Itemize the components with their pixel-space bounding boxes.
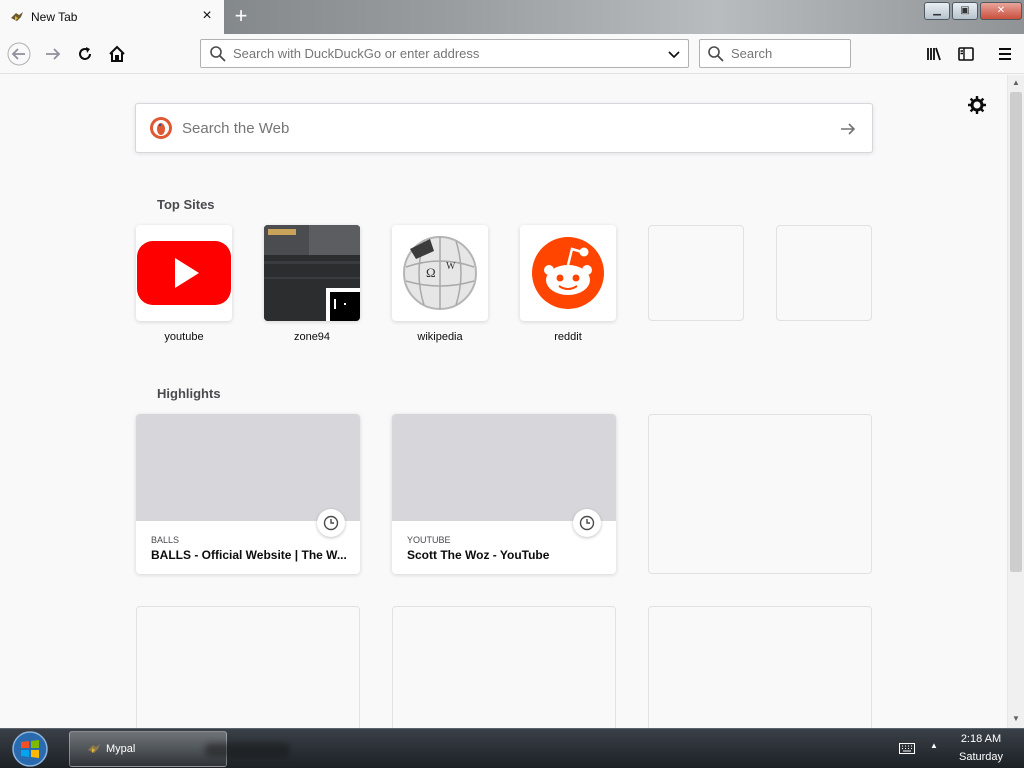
- highlight-card[interactable]: YOUTUBE Scott The Woz - YouTube: [392, 414, 616, 574]
- scroll-up-icon[interactable]: ▲: [1008, 75, 1024, 91]
- scrollbar-thumb[interactable]: [1010, 92, 1022, 572]
- search-icon: [210, 45, 226, 62]
- highlight-source: YOUTUBE: [407, 535, 451, 545]
- scroll-down-icon[interactable]: ▼: [1008, 711, 1024, 727]
- zone94-thumbnail: [264, 225, 360, 321]
- show-hidden-icons-icon[interactable]: ▲: [929, 741, 939, 751]
- svg-text:Ω: Ω: [426, 265, 436, 280]
- new-tab-page: Top Sites youtube zone94 Ω: [0, 75, 1007, 766]
- chevron-down-icon[interactable]: [666, 46, 682, 62]
- tab-title: New Tab: [31, 10, 78, 24]
- reddit-icon: [532, 237, 604, 309]
- forward-arrow-icon: [46, 48, 61, 60]
- restore-button[interactable]: ▣: [952, 2, 978, 20]
- highlight-thumbnail: [392, 414, 616, 521]
- highlight-title: Scott The Woz - YouTube: [407, 548, 550, 562]
- top-site-youtube[interactable]: [136, 225, 232, 321]
- home-icon: [109, 45, 125, 62]
- library-icon: [927, 47, 941, 61]
- highlight-empty-slot: [648, 414, 872, 574]
- svg-text:W: W: [446, 261, 456, 272]
- top-site-label: zone94: [293, 331, 331, 343]
- menu-button[interactable]: [993, 42, 1017, 66]
- home-button[interactable]: [105, 42, 129, 66]
- clock-day[interactable]: Saturday: [944, 751, 1018, 763]
- taskbar: Mypal ▲ 2:18 AM Saturday: [0, 728, 1024, 768]
- tab-new-tab[interactable]: New Tab ×: [0, 0, 224, 34]
- redacted-blur: [205, 743, 290, 757]
- clock-icon: [573, 509, 601, 537]
- library-button[interactable]: [922, 42, 946, 66]
- top-site-wikipedia[interactable]: Ω W: [392, 225, 488, 321]
- forward-button[interactable]: [41, 42, 65, 66]
- top-site-empty-slot[interactable]: [648, 225, 744, 321]
- tab-close-icon[interactable]: ×: [200, 8, 214, 24]
- search-bar[interactable]: [699, 39, 851, 68]
- sidebar-icon: [958, 47, 974, 61]
- back-button[interactable]: [7, 42, 31, 66]
- vertical-scrollbar[interactable]: ▲ ▼: [1007, 75, 1024, 728]
- hamburger-menu-icon: [999, 48, 1011, 60]
- top-site-label: reddit: [554, 331, 582, 343]
- reload-icon: [79, 47, 91, 60]
- highlight-thumbnail: [136, 414, 360, 521]
- top-sites-heading: Top Sites: [157, 197, 215, 212]
- search-icon: [708, 45, 724, 62]
- url-bar[interactable]: [200, 39, 689, 68]
- window-controls: ▁ ▣ ✕: [924, 2, 1022, 20]
- gear-icon[interactable]: [967, 95, 987, 115]
- web-search-input[interactable]: [182, 119, 782, 137]
- taskbar-item-label: Mypal: [106, 743, 136, 755]
- search-input[interactable]: [731, 46, 841, 61]
- sidebar-button[interactable]: [954, 42, 978, 66]
- highlight-card[interactable]: BALLS BALLS - Official Website | The W..…: [136, 414, 360, 574]
- web-search-box[interactable]: [135, 103, 873, 153]
- highlight-source: BALLS: [151, 535, 180, 545]
- taskbar-mypal[interactable]: Mypal: [69, 731, 290, 767]
- back-arrow-icon: [7, 42, 31, 66]
- highlights-heading: Highlights: [157, 386, 221, 401]
- url-input[interactable]: [233, 46, 653, 61]
- highlight-title: BALLS - Official Website | The W...: [151, 548, 347, 562]
- top-site-empty-slot[interactable]: [776, 225, 872, 321]
- youtube-icon: [137, 241, 231, 305]
- windows-start-icon[interactable]: [8, 730, 52, 768]
- minimize-button[interactable]: ▁: [924, 2, 950, 20]
- top-site-label: youtube: [164, 331, 204, 343]
- close-window-button[interactable]: ✕: [980, 2, 1022, 20]
- wikipedia-icon: Ω W: [403, 236, 477, 310]
- mypal-favicon-icon: [11, 12, 23, 21]
- clock-time[interactable]: 2:18 AM: [944, 733, 1018, 745]
- nav-bar: [0, 34, 1024, 74]
- mypal-icon: [88, 744, 100, 753]
- arrow-right-icon[interactable]: [838, 119, 858, 139]
- new-tab-button[interactable]: +: [229, 5, 253, 29]
- keyboard-icon[interactable]: [899, 743, 915, 754]
- top-site-reddit[interactable]: [520, 225, 616, 321]
- top-site-zone94[interactable]: [264, 225, 360, 321]
- reload-button[interactable]: [73, 42, 97, 66]
- tab-bar: New Tab × + ▁ ▣ ✕: [0, 0, 1024, 34]
- clock-icon: [317, 509, 345, 537]
- duckduckgo-logo-icon: [150, 117, 172, 139]
- top-site-label: wikipedia: [417, 331, 463, 343]
